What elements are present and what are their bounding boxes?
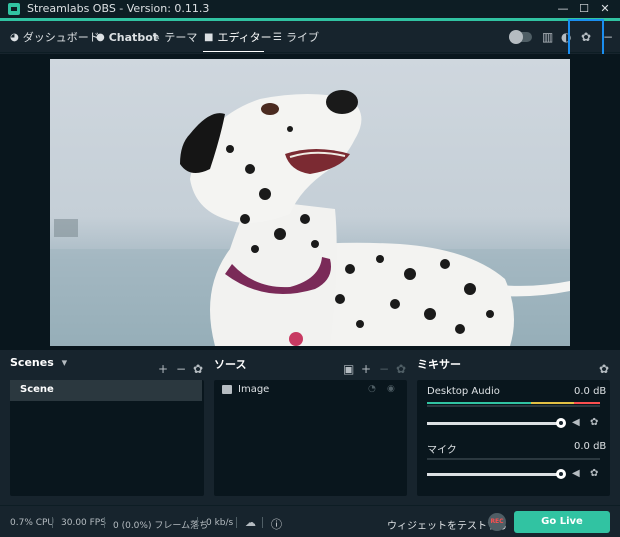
nav-chatbot[interactable]: ● Chatbot bbox=[96, 29, 158, 45]
desktop-audio-meter bbox=[427, 402, 600, 404]
remove-source-icon[interactable]: − bbox=[379, 362, 389, 376]
top-nav: ◕ ダッシュボード ● Chatbot ✎ テーマ ■ エディター ☰ ライブ … bbox=[0, 21, 620, 53]
separator bbox=[197, 517, 198, 528]
nav-themes-label: テーマ bbox=[164, 31, 198, 44]
desktop-audio-settings-icon[interactable]: ✿ bbox=[590, 417, 598, 428]
desktop-audio-meter-bg bbox=[427, 405, 600, 407]
cloud-icon[interactable]: ☁ bbox=[245, 516, 256, 529]
nav-live-label: ライブ bbox=[285, 31, 319, 44]
app-logo bbox=[8, 3, 20, 15]
nav-editor[interactable]: ■ エディター bbox=[204, 29, 272, 45]
fps-readout: 30.00 FPS bbox=[61, 518, 106, 528]
visibility-icon[interactable]: ◉ bbox=[387, 384, 395, 394]
bandwidth: 0 kb/s bbox=[206, 518, 234, 528]
nav-chatbot-label: Chatbot bbox=[108, 30, 159, 44]
mic-volume-icon[interactable]: ◀ bbox=[572, 468, 580, 479]
dalmatian-photo bbox=[50, 90, 570, 346]
nav-dashboard[interactable]: ◕ ダッシュボード bbox=[10, 29, 100, 45]
cpu-usage: 0.7% CPU bbox=[10, 518, 55, 528]
desktop-audio-label: Desktop Audio bbox=[427, 386, 500, 397]
add-source-icon[interactable]: + bbox=[361, 362, 371, 376]
separator bbox=[262, 517, 263, 528]
chatbot-icon: ● bbox=[96, 31, 105, 43]
mixer-panel: Desktop Audio 0.0 dB ◀ ✿ マイク 0.0 dB ◀ ✿ bbox=[417, 380, 610, 496]
mic-slider-fill bbox=[427, 473, 561, 476]
desktop-audio-db: 0.0 dB bbox=[574, 386, 607, 397]
go-live-button[interactable]: Go Live bbox=[514, 511, 610, 533]
dashboard-icon: ◕ bbox=[10, 31, 19, 43]
desktop-audio-slider-knob[interactable] bbox=[556, 418, 566, 428]
maximize-button[interactable]: ☐ bbox=[574, 0, 594, 18]
source-settings-icon[interactable]: ✿ bbox=[396, 362, 406, 376]
scenes-list: Scene bbox=[10, 380, 204, 496]
live-icon: ☰ bbox=[273, 31, 282, 43]
info-icon[interactable]: ⓘ bbox=[271, 516, 282, 532]
sources-dock: ソース Image ◔ ◉ bbox=[214, 356, 407, 500]
night-mode-toggle[interactable] bbox=[509, 30, 532, 44]
scene-item[interactable]: Scene bbox=[10, 380, 202, 401]
remove-scene-icon[interactable]: − bbox=[176, 362, 186, 376]
desktop-audio-slider-fill bbox=[427, 422, 561, 425]
more-icon[interactable]: − bbox=[603, 30, 613, 44]
separator bbox=[236, 517, 237, 528]
nav-themes[interactable]: ✎ テーマ bbox=[152, 29, 197, 45]
editor-area[interactable] bbox=[0, 54, 620, 350]
status-footer: 0.7% CPU 30.00 FPS 0 (0.0%) フレーム落ち 0 kb/… bbox=[0, 505, 620, 537]
add-folder-icon[interactable]: ▣ bbox=[343, 362, 354, 376]
preview-canvas[interactable] bbox=[50, 59, 570, 346]
mic-meter bbox=[427, 458, 600, 460]
sources-list: Image ◔ ◉ bbox=[214, 380, 407, 496]
settings-highlight bbox=[568, 19, 604, 56]
nav-dashboard-label: ダッシュボード bbox=[22, 31, 100, 44]
separator bbox=[52, 517, 53, 528]
mixer-settings-icon[interactable]: ✿ bbox=[599, 362, 609, 376]
image-icon bbox=[222, 385, 232, 394]
scenes-title[interactable]: Scenes ▾ bbox=[10, 356, 67, 372]
mixer-title: ミキサー bbox=[417, 358, 461, 371]
scenes-dock: Scenes ▾ Scene bbox=[10, 356, 204, 500]
active-tab-underline bbox=[203, 51, 264, 52]
editor-icon: ■ bbox=[204, 31, 214, 43]
mic-label: マイク bbox=[427, 445, 457, 456]
minimize-button[interactable]: — bbox=[553, 0, 573, 18]
separator bbox=[104, 517, 105, 528]
scenes-dropdown-icon[interactable]: ▾ bbox=[62, 356, 68, 369]
lock-icon[interactable]: ◔ bbox=[368, 384, 376, 394]
mixer-dock: ミキサー Desktop Audio 0.0 dB ◀ ✿ マイク 0.0 dB… bbox=[417, 356, 610, 500]
close-button[interactable]: ✕ bbox=[595, 0, 615, 18]
themes-icon: ✎ bbox=[152, 31, 161, 43]
window-title: Streamlabs OBS - Version: 0.11.3 bbox=[27, 2, 210, 15]
scene-settings-icon[interactable]: ✿ bbox=[193, 362, 203, 376]
add-scene-icon[interactable]: + bbox=[158, 362, 168, 376]
source-item-label: Image bbox=[238, 384, 270, 395]
title-bar: Streamlabs OBS - Version: 0.11.3 — ☐ ✕ bbox=[0, 0, 620, 18]
rec-button[interactable]: REC bbox=[488, 513, 506, 531]
studio-mode-icon[interactable]: ▥ bbox=[542, 30, 553, 44]
mic-slider-knob[interactable] bbox=[556, 469, 566, 479]
desktop-audio-mute-icon[interactable]: ◀ bbox=[572, 417, 580, 428]
mic-settings-icon[interactable]: ✿ bbox=[590, 468, 598, 479]
source-item[interactable]: Image bbox=[222, 384, 269, 395]
dropped-frames: 0 (0.0%) フレーム落ち bbox=[113, 521, 209, 531]
mic-db: 0.0 dB bbox=[574, 441, 607, 452]
nav-live[interactable]: ☰ ライブ bbox=[273, 29, 319, 45]
sources-title: ソース bbox=[214, 358, 247, 371]
nav-editor-label: エディター bbox=[217, 31, 272, 44]
